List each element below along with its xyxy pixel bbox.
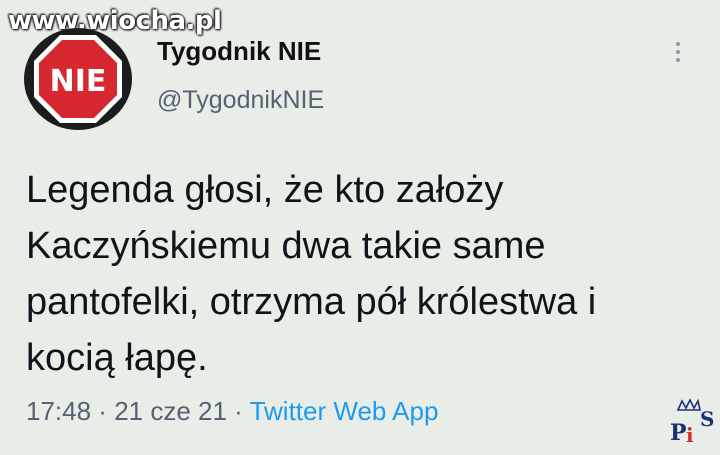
- separator: ·: [91, 396, 115, 426]
- tweet-text: Legenda głosi, że kto założy Kaczyńskiem…: [26, 162, 706, 386]
- tweet-date[interactable]: 21 cze 21: [114, 396, 227, 426]
- tweet-line: kocią łapę.: [26, 337, 208, 379]
- tweet-source-link[interactable]: Twitter Web App: [250, 396, 439, 426]
- more-vertical-icon[interactable]: [668, 38, 688, 68]
- tweet-meta: 17:48 · 21 cze 21 · Twitter Web App: [26, 396, 438, 427]
- svg-text:i: i: [686, 423, 694, 447]
- display-name[interactable]: Tygodnik NIE: [157, 36, 321, 67]
- svg-text:P: P: [670, 420, 687, 446]
- tweet-line: Legenda głosi, że kto założy: [26, 169, 504, 211]
- svg-text:S: S: [700, 407, 714, 431]
- separator: ·: [226, 396, 250, 426]
- watermark: www.wiocha.pl: [8, 6, 222, 36]
- pis-logo: P i S: [664, 396, 720, 450]
- tweet-line: pantofelki, otrzyma pół królestwa i: [26, 281, 597, 323]
- avatar[interactable]: NIE: [24, 28, 132, 130]
- stop-sign-icon: NIE: [34, 35, 122, 123]
- tweet-line: Kaczyńskiemu dwa takie same: [26, 225, 546, 267]
- avatar-text: NIE: [50, 64, 107, 99]
- user-handle[interactable]: @TygodnikNIE: [157, 86, 324, 115]
- tweet-time[interactable]: 17:48: [26, 396, 91, 426]
